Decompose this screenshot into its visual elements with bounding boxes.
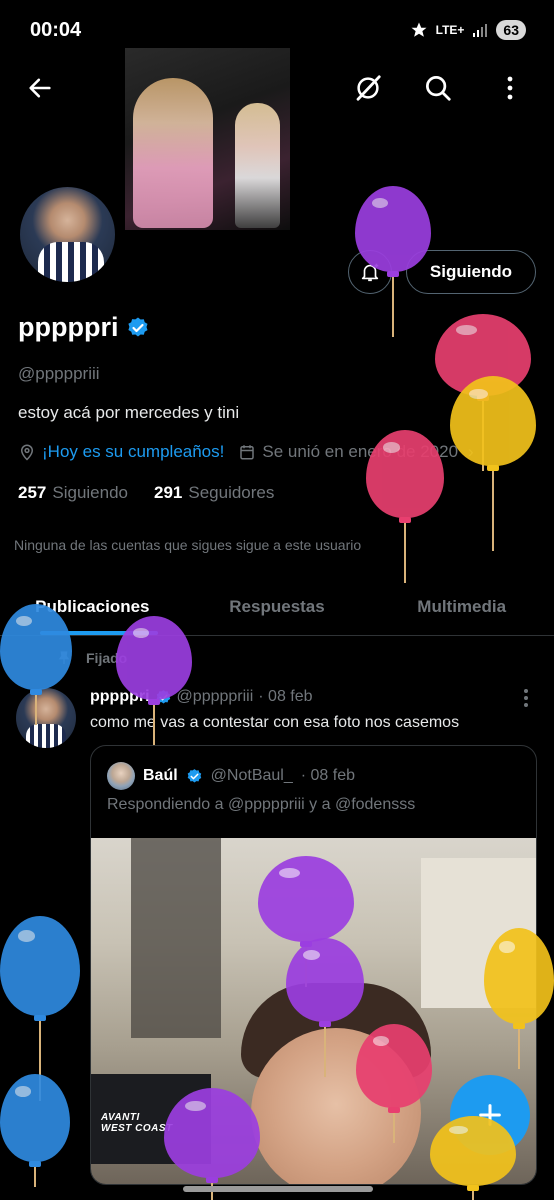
balloon-shine — [383, 442, 401, 453]
home-indicator — [183, 1186, 373, 1192]
verified-icon — [128, 317, 148, 336]
profile-bio: estoy acá por mercedes y tini — [18, 403, 240, 422]
follow-counts: 257 Siguiendo 291 Seguidores — [18, 483, 274, 503]
balloon-shine — [468, 388, 488, 400]
grok-button[interactable] — [346, 66, 390, 110]
profile-avatar[interactable] — [16, 183, 119, 286]
quoted-post-header: Baúl @NotBaul_ · 08 feb — [107, 762, 355, 790]
status-bar: 00:04 LTE+ 63 — [0, 0, 554, 60]
followers-count: 291 — [154, 483, 183, 502]
balloon-string — [518, 1029, 520, 1069]
balloon-shine — [185, 1100, 207, 1112]
top-navigation — [0, 60, 554, 116]
status-icons: LTE+ 63 — [410, 20, 526, 40]
followers-count-link[interactable]: 291 Seguidores — [154, 483, 274, 503]
profile-name-row: pppppri — [18, 312, 150, 343]
balloon-shine — [279, 868, 301, 879]
followers-label: Seguidores — [188, 483, 275, 502]
signal-icon — [473, 24, 488, 37]
following-count-link[interactable]: 257 Siguiendo — [18, 483, 128, 503]
balloon-string — [404, 523, 406, 583]
post-more-button[interactable] — [514, 686, 538, 710]
balloon — [355, 186, 431, 340]
quoted-reply-context: Respondiendo a @pppppriii y a @fodensss — [107, 796, 416, 813]
more-options-button[interactable] — [488, 66, 532, 110]
profile-tabs: Publicaciones Respuestas Multimedia — [0, 578, 554, 636]
balloon-body — [164, 1088, 260, 1178]
balloon — [366, 430, 444, 586]
balloon — [430, 1116, 516, 1200]
birthday-link[interactable]: ¡Hoy es su cumpleaños! — [42, 442, 224, 462]
quoted-post-date: · 08 feb — [300, 767, 355, 784]
balloon-shine — [456, 325, 478, 336]
following-count: 257 — [18, 483, 47, 502]
balloon-body — [286, 938, 364, 1022]
profile-handle: @pppppriii — [18, 364, 100, 383]
balloon-body — [450, 376, 536, 466]
balloon-shine — [372, 1035, 390, 1046]
quoted-author-avatar — [107, 762, 135, 790]
balloon-shine — [15, 616, 32, 627]
quoted-author-handle: @NotBaul_ — [210, 767, 293, 784]
balloon-shine — [132, 627, 150, 638]
search-icon — [426, 76, 451, 101]
balloon-body — [430, 1116, 516, 1186]
balloon — [0, 604, 72, 728]
location-icon — [20, 444, 34, 461]
balloon — [286, 938, 364, 1080]
balloon-body — [116, 616, 192, 700]
balloon-string — [393, 1113, 395, 1143]
balloon-shine — [17, 930, 36, 942]
image-sign-text: AVANTI WEST COAST — [101, 1112, 173, 1134]
balloon-string — [392, 277, 394, 337]
balloon-string — [492, 471, 494, 551]
tab-respuestas[interactable]: Respuestas — [185, 578, 370, 635]
verified-icon — [187, 768, 201, 783]
balloon — [450, 376, 536, 554]
more-icon — [507, 76, 513, 100]
tab-multimedia[interactable]: Multimedia — [369, 578, 554, 635]
balloon-string — [34, 1167, 36, 1187]
balloon-body — [356, 1024, 432, 1108]
balloon-shine — [303, 949, 321, 960]
back-button[interactable] — [18, 66, 62, 110]
calendar-icon — [240, 445, 255, 460]
more-icon — [524, 689, 528, 707]
balloon-shine — [371, 198, 389, 209]
balloon-body — [0, 604, 72, 690]
back-arrow-icon — [29, 78, 51, 98]
banner-figure — [235, 103, 280, 228]
balloon-body — [484, 928, 554, 1024]
balloon-string — [472, 1191, 474, 1200]
balloon — [0, 1074, 70, 1190]
balloon — [356, 1024, 432, 1146]
avatar-shirt — [38, 242, 104, 282]
balloon-string — [35, 695, 37, 725]
balloon — [484, 928, 554, 1072]
quoted-author-name: Baúl — [143, 767, 178, 784]
balloon — [116, 616, 192, 748]
grok-icon — [356, 75, 381, 101]
balloon-body — [0, 916, 80, 1016]
balloon-body — [258, 856, 354, 942]
balloon-body — [366, 430, 444, 518]
balloon-shine — [499, 941, 515, 953]
balloon-body — [355, 186, 431, 272]
mutual-followers-note: Ninguna de las cuentas que sigues sigue … — [14, 537, 362, 553]
star-icon — [411, 22, 427, 37]
balloon-shine — [15, 1086, 31, 1097]
post-date: · 08 feb — [258, 688, 313, 705]
profile-name: pppppri — [18, 312, 119, 342]
search-button[interactable] — [416, 66, 460, 110]
balloon-body — [0, 1074, 70, 1162]
status-time: 00:04 — [30, 18, 82, 41]
network-label: LTE+ — [435, 23, 465, 37]
image-panel — [131, 838, 221, 1038]
balloon-string — [324, 1027, 326, 1077]
balloon — [164, 1088, 260, 1200]
battery-indicator: 63 — [496, 20, 526, 40]
balloon-string — [153, 705, 155, 745]
balloon-shine — [448, 1125, 468, 1135]
following-label: Siguiendo — [52, 483, 128, 502]
